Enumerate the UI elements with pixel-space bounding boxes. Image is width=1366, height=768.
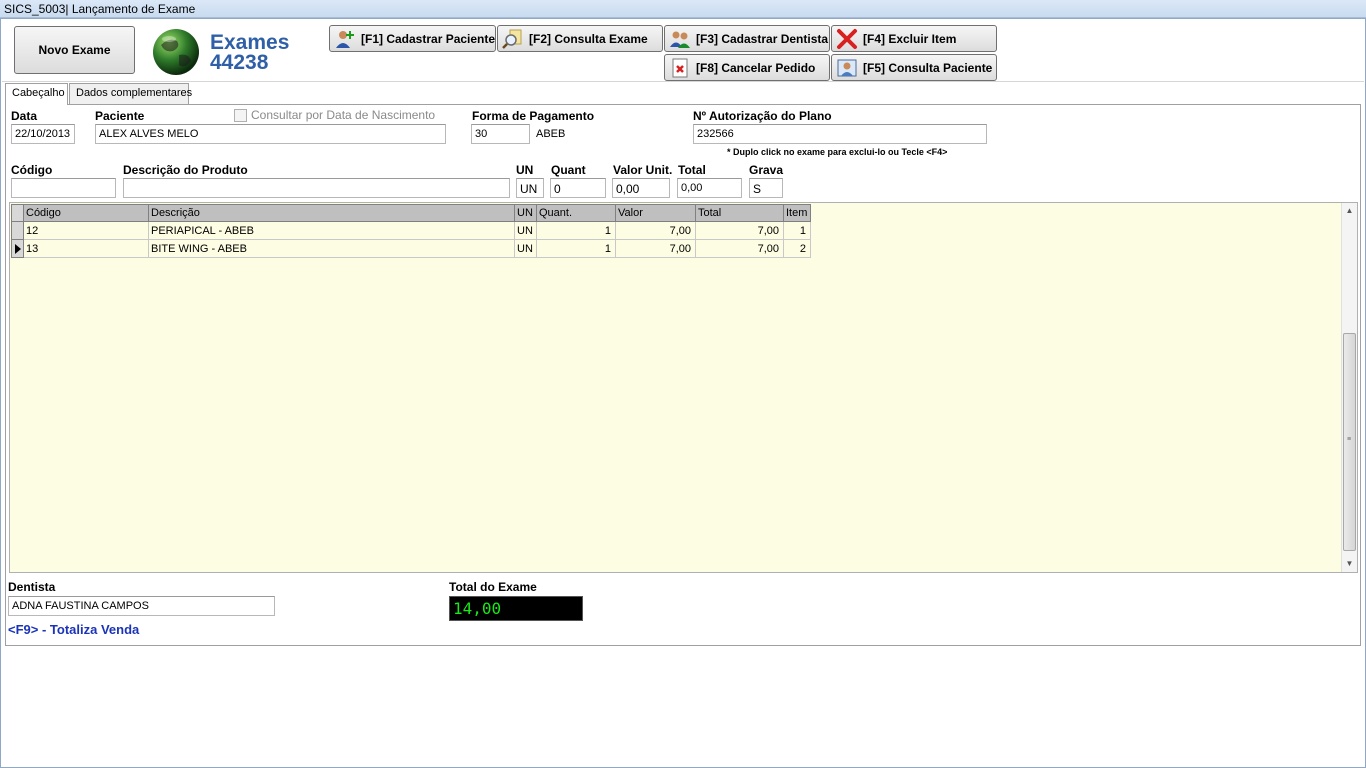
grid-header-item[interactable]: Item bbox=[783, 204, 811, 222]
grid-header-valor[interactable]: Valor bbox=[615, 204, 696, 222]
autorizacao-field[interactable]: 232566 bbox=[693, 124, 987, 144]
delete-hint: * Duplo click no exame para exclui-lo ou… bbox=[727, 147, 948, 157]
cell-total[interactable]: 7,00 bbox=[695, 239, 784, 258]
grava-label: Grava bbox=[749, 163, 784, 177]
cadastrar-paciente-button[interactable]: [F1] Cadastrar Paciente bbox=[329, 25, 496, 52]
grid-header-total[interactable]: Total bbox=[695, 204, 784, 222]
cell-quant[interactable]: 1 bbox=[536, 221, 616, 240]
data-label: Data bbox=[11, 109, 38, 123]
cadastrar-dentista-button[interactable]: [F3] Cadastrar Dentista bbox=[664, 25, 830, 52]
consulta-exame-label: [F2] Consulta Exame bbox=[529, 31, 648, 46]
cell-codigo[interactable]: 12 bbox=[23, 221, 149, 240]
grid-vertical-scrollbar[interactable]: ▲ ≡ ▼ bbox=[1341, 203, 1357, 572]
cell-descricao[interactable]: BITE WING - ABEB bbox=[148, 239, 515, 258]
un-label: UN bbox=[516, 163, 534, 177]
toolbar: Novo Exame Exames 44238 [F1] Cadastrar P… bbox=[2, 20, 1364, 82]
checkbox-box bbox=[234, 108, 247, 122]
cancelar-pedido-label: [F8] Cancelar Pedido bbox=[696, 60, 816, 75]
items-grid[interactable]: Código Descrição UN Quant. Valor Total I… bbox=[9, 202, 1358, 573]
table-row[interactable]: 13 BITE WING - ABEB UN 1 7,00 7,00 2 bbox=[11, 239, 811, 258]
cancel-document-icon bbox=[669, 57, 691, 79]
tab-cabecalho[interactable]: Cabeçalho bbox=[5, 83, 68, 105]
cell-valor[interactable]: 7,00 bbox=[615, 239, 696, 258]
globe-logo-icon bbox=[153, 29, 199, 75]
dentista-field[interactable]: ADNA FAUSTINA CAMPOS bbox=[8, 596, 275, 616]
grava-field[interactable]: S bbox=[749, 178, 783, 198]
grid-indicator-header bbox=[11, 204, 24, 222]
consulta-exame-button[interactable]: [F2] Consulta Exame bbox=[497, 25, 663, 52]
magnifier-icon bbox=[502, 28, 524, 50]
un-field[interactable]: UN bbox=[516, 178, 544, 198]
grid-header-codigo[interactable]: Código bbox=[23, 204, 149, 222]
add-user-icon bbox=[334, 28, 356, 50]
data-field[interactable]: 22/10/2013 bbox=[11, 124, 75, 144]
main-window: Novo Exame Exames 44238 [F1] Cadastrar P… bbox=[0, 18, 1366, 768]
red-x-icon bbox=[836, 28, 858, 50]
tab-dados-complementares[interactable]: Dados complementares bbox=[69, 83, 192, 104]
cell-total[interactable]: 7,00 bbox=[695, 221, 784, 240]
grid-header-un[interactable]: UN bbox=[514, 204, 537, 222]
grid-header-quant[interactable]: Quant. bbox=[536, 204, 616, 222]
exam-number: 44238 bbox=[210, 51, 269, 74]
total-label: Total bbox=[678, 163, 706, 177]
scroll-down-arrow-icon[interactable]: ▼ bbox=[1342, 556, 1357, 572]
grid-header-row: Código Descrição UN Quant. Valor Total I… bbox=[11, 204, 811, 222]
scroll-thumb[interactable]: ≡ bbox=[1343, 333, 1356, 551]
cell-un[interactable]: UN bbox=[514, 239, 537, 258]
cell-item[interactable]: 1 bbox=[783, 221, 811, 240]
valor-unit-label: Valor Unit. bbox=[613, 163, 673, 177]
cadastrar-dentista-label: [F3] Cadastrar Dentista bbox=[696, 31, 829, 46]
cell-item[interactable]: 2 bbox=[783, 239, 811, 258]
consultar-nascimento-checkbox[interactable]: Consultar por Data de Nascimento bbox=[234, 108, 435, 122]
novo-exame-button[interactable]: Novo Exame bbox=[14, 26, 135, 74]
scroll-up-arrow-icon[interactable]: ▲ bbox=[1342, 203, 1357, 219]
window-title: SICS_5003| Lançamento de Exame bbox=[0, 0, 1366, 18]
cancelar-pedido-button[interactable]: [F8] Cancelar Pedido bbox=[664, 54, 830, 81]
paciente-label: Paciente bbox=[95, 109, 145, 123]
excluir-item-button[interactable]: [F4] Excluir Item bbox=[831, 25, 997, 52]
row-indicator[interactable] bbox=[11, 221, 24, 240]
patient-card-icon bbox=[836, 57, 858, 79]
users-icon bbox=[669, 28, 691, 50]
total-exame-display: 14,00 bbox=[449, 596, 583, 621]
cell-valor[interactable]: 7,00 bbox=[615, 221, 696, 240]
codigo-label: Código bbox=[11, 163, 53, 177]
total-exame-label: Total do Exame bbox=[449, 580, 537, 594]
excluir-item-label: [F4] Excluir Item bbox=[863, 31, 957, 46]
valor-unit-field[interactable]: 0,00 bbox=[612, 178, 670, 198]
cell-un[interactable]: UN bbox=[514, 221, 537, 240]
exam-label: Exames bbox=[210, 31, 290, 54]
cell-codigo[interactable]: 13 bbox=[23, 239, 149, 258]
quant-label: Quant bbox=[551, 163, 586, 177]
exam-title: Exames 44238 bbox=[210, 31, 290, 74]
forma-pagamento-label: Forma de Pagamento bbox=[472, 109, 595, 123]
dentista-label: Dentista bbox=[8, 580, 56, 594]
descricao-produto-label: Descrição do Produto bbox=[123, 163, 248, 177]
cell-quant[interactable]: 1 bbox=[536, 239, 616, 258]
cabecalho-panel: Data 22/10/2013 Paciente ALEX ALVES MELO… bbox=[5, 104, 1361, 646]
total-field[interactable]: 0,00 bbox=[677, 178, 742, 198]
items-table: Código Descrição UN Quant. Valor Total I… bbox=[11, 204, 811, 258]
autorizacao-label: Nº Autorização do Plano bbox=[693, 109, 832, 123]
descricao-produto-field[interactable] bbox=[123, 178, 510, 198]
row-indicator-current[interactable] bbox=[11, 239, 24, 258]
novo-exame-label: Novo Exame bbox=[38, 43, 111, 57]
codigo-field[interactable] bbox=[11, 178, 116, 198]
grid-header-descricao[interactable]: Descrição bbox=[148, 204, 515, 222]
totaliza-venda-shortcut: <F9> - Totaliza Venda bbox=[8, 622, 140, 637]
quant-field[interactable]: 0 bbox=[550, 178, 606, 198]
consulta-paciente-button[interactable]: [F5] Consulta Paciente bbox=[831, 54, 997, 81]
forma-pagamento-code-field[interactable]: 30 bbox=[471, 124, 530, 144]
paciente-field[interactable]: ALEX ALVES MELO bbox=[95, 124, 446, 144]
cell-descricao[interactable]: PERIAPICAL - ABEB bbox=[148, 221, 515, 240]
current-row-arrow-icon bbox=[15, 243, 21, 254]
consultar-nascimento-label: Consultar por Data de Nascimento bbox=[251, 108, 436, 122]
cadastrar-paciente-label: [F1] Cadastrar Paciente bbox=[361, 31, 496, 46]
table-row[interactable]: 12 PERIAPICAL - ABEB UN 1 7,00 7,00 1 bbox=[11, 221, 811, 240]
scroll-grip-icon: ≡ bbox=[1347, 436, 1352, 443]
consulta-paciente-label: [F5] Consulta Paciente bbox=[863, 60, 993, 75]
forma-pagamento-name: ABEB bbox=[536, 128, 566, 140]
